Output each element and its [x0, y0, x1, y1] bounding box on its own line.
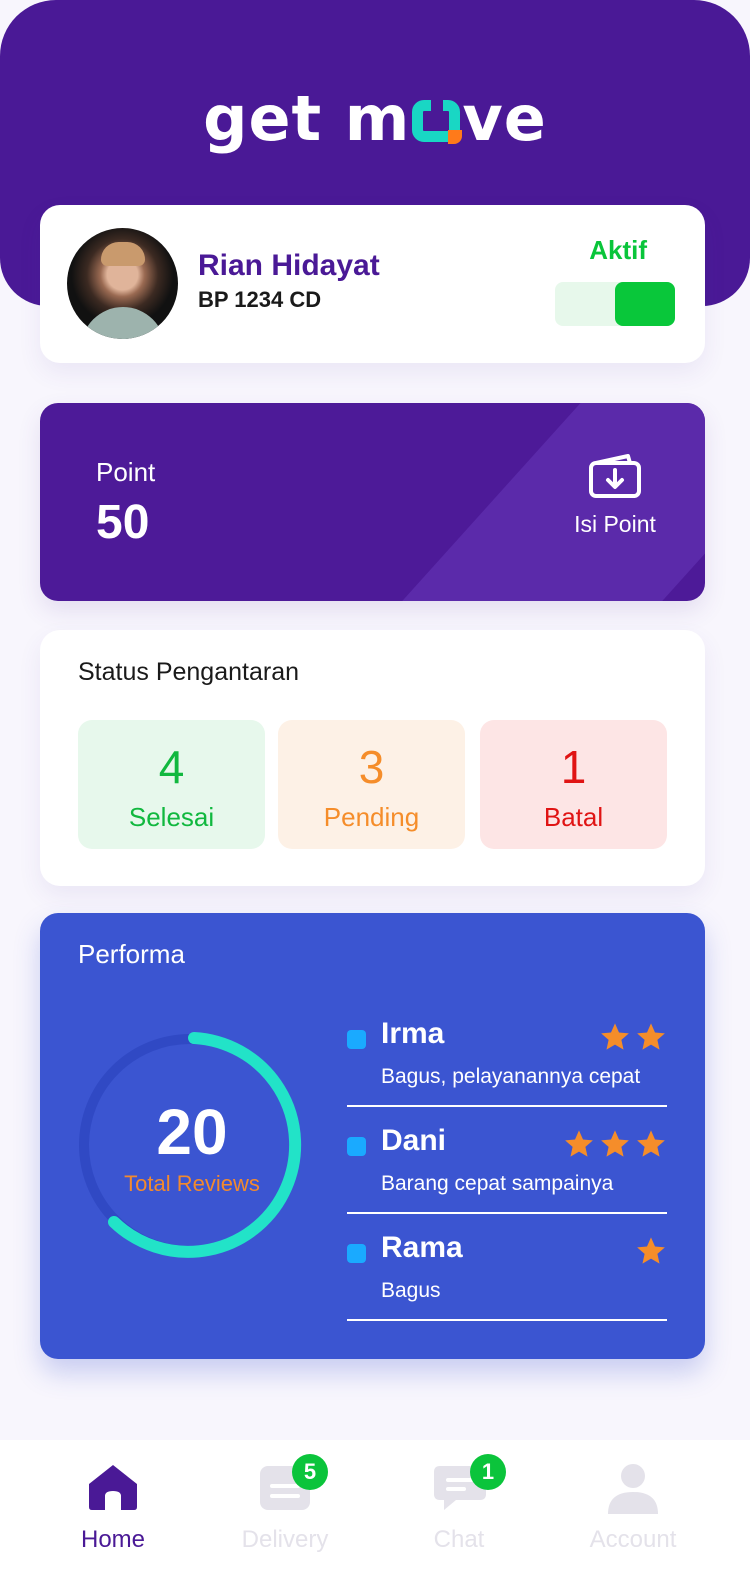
- star-icon: [637, 1237, 665, 1264]
- driver-profile-card: Rian Hidayat BP 1234 CD Aktif: [40, 205, 705, 363]
- tab-delivery[interactable]: 5 Delivery: [210, 1440, 360, 1580]
- performance-title: Performa: [78, 939, 185, 969]
- bottom-tab-bar: Home 5 Delivery 1 Chat Account: [0, 1440, 750, 1580]
- status-label: Aktif: [589, 235, 647, 265]
- reviewer-name: Rama: [381, 1231, 463, 1264]
- chat-badge: 1: [470, 1454, 506, 1490]
- performance-card: Performa 20 Total Reviews Irma Bagus, pe…: [40, 913, 705, 1359]
- review-bullet: [347, 1030, 366, 1049]
- reviewer-name: Irma: [381, 1017, 445, 1050]
- review-item[interactable]: Rama Bagus: [347, 1227, 667, 1321]
- status-cancelled-label: Batal: [543, 802, 604, 832]
- driver-name: Rian Hidayat: [198, 249, 380, 282]
- status-pending-label: Pending: [323, 802, 420, 832]
- star-icon: [565, 1130, 593, 1157]
- delivery-status-card: Status Pengantaran 4 Selesai 3 Pending 1…: [40, 630, 705, 886]
- review-comment: Bagus, pelayanannya cepat: [381, 1065, 641, 1088]
- tab-home[interactable]: Home: [38, 1440, 188, 1580]
- status-completed-label: Selesai: [128, 802, 215, 832]
- star-icon: [601, 1130, 629, 1157]
- status-cancelled-count: 1: [560, 741, 587, 793]
- avatar[interactable]: [67, 228, 178, 339]
- review-item[interactable]: Dani Barang cepat sampainya: [347, 1120, 667, 1214]
- tab-delivery-label: Delivery: [241, 1526, 329, 1553]
- wallet-download-icon: [589, 454, 641, 498]
- avatar-shoulders: [81, 307, 165, 339]
- total-reviews-value: 20: [156, 1096, 228, 1168]
- tab-chat[interactable]: 1 Chat: [384, 1440, 534, 1580]
- tab-account[interactable]: Account: [558, 1440, 708, 1580]
- delivery-badge: 5: [292, 1454, 328, 1490]
- status-pending-count: 3: [358, 741, 385, 793]
- tab-home-label: Home: [80, 1526, 146, 1553]
- point-card: Point 50 Isi Point: [40, 403, 705, 601]
- review-comment: Bagus: [381, 1279, 441, 1302]
- vehicle-plate: BP 1234 CD: [198, 287, 322, 312]
- review-item[interactable]: Irma Bagus, pelayanannya cepat: [347, 1013, 667, 1107]
- active-status-toggle[interactable]: [555, 282, 675, 326]
- review-bullet: [347, 1244, 366, 1263]
- app-logo: get m ve: [0, 82, 750, 155]
- review-comment: Barang cepat sampainya: [381, 1172, 614, 1195]
- delivery-status-title: Status Pengantaran: [78, 658, 299, 686]
- account-icon: [608, 1464, 658, 1514]
- tab-account-label: Account: [589, 1526, 677, 1553]
- total-reviews-label: Total Reviews: [124, 1171, 260, 1196]
- review-stars: [635, 1235, 667, 1267]
- star-icon: [601, 1023, 629, 1050]
- logo-text-right: ve: [462, 82, 547, 155]
- status-cancelled-box[interactable]: 1 Batal: [480, 720, 667, 849]
- point-value: 50: [96, 496, 150, 549]
- logo-text-left: get m: [203, 82, 411, 155]
- point-label: Point: [96, 457, 156, 487]
- status-pending-box[interactable]: 3 Pending: [278, 720, 465, 849]
- reviewer-name: Dani: [381, 1124, 447, 1157]
- topup-point-button[interactable]: Isi Point: [560, 453, 670, 553]
- review-bullet: [347, 1137, 366, 1156]
- review-stars: [599, 1021, 667, 1053]
- star-icon: [637, 1023, 665, 1050]
- home-icon: [89, 1465, 137, 1510]
- avatar-hair: [101, 242, 145, 266]
- status-completed-box[interactable]: 4 Selesai: [78, 720, 265, 849]
- toggle-knob: [615, 282, 675, 326]
- logo-o-mark: [412, 98, 463, 144]
- tab-chat-label: Chat: [433, 1526, 485, 1553]
- status-completed-count: 4: [158, 741, 185, 793]
- star-icon: [637, 1130, 665, 1157]
- review-stars: [563, 1128, 667, 1160]
- topup-point-label: Isi Point: [574, 511, 656, 537]
